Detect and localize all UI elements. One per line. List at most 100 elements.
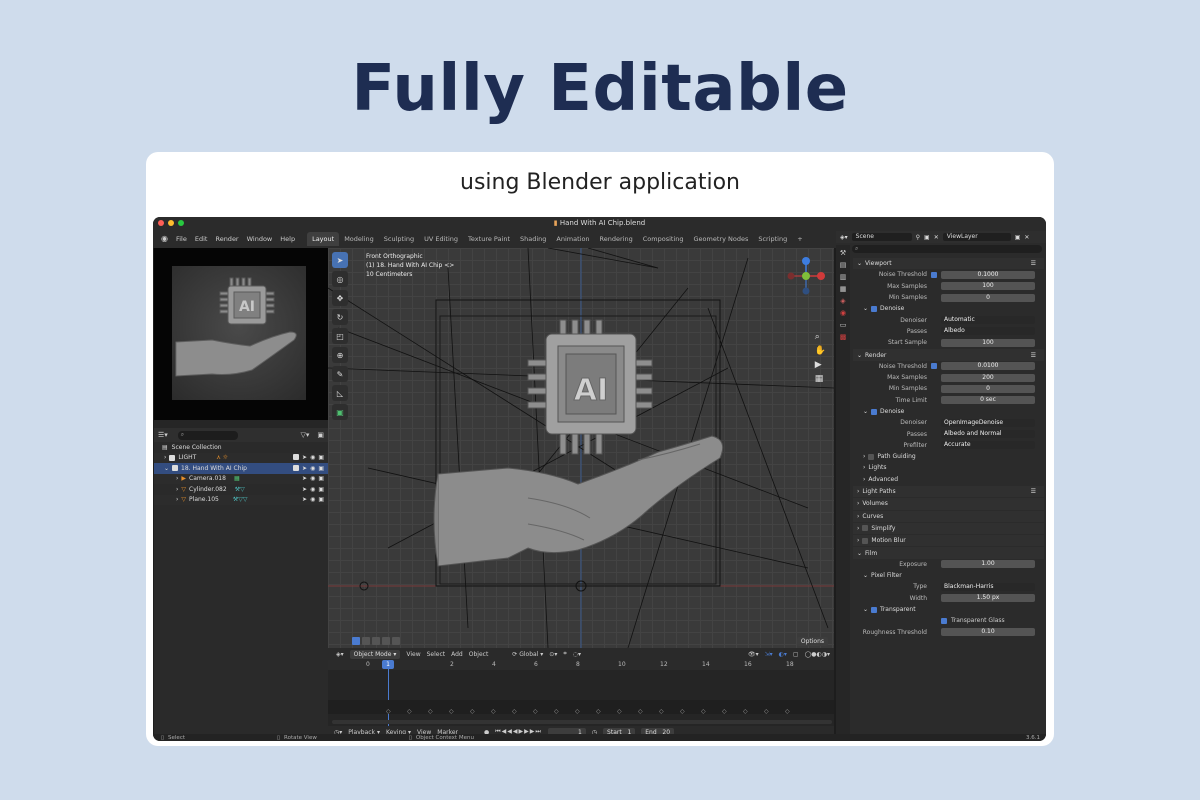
move-tool-icon[interactable]: ✥ — [332, 290, 348, 306]
expand-arrow-icon[interactable]: › — [164, 454, 166, 461]
menu-file[interactable]: File — [172, 235, 191, 243]
properties-search-input[interactable]: ⌕ — [852, 245, 1042, 253]
exposure-field[interactable]: 1.00 — [941, 560, 1035, 569]
tab-rendering[interactable]: Rendering — [595, 232, 638, 246]
3d-viewport[interactable]: AI ➤ ◎ ✥ ↻ ◰ ⊕ ✎ ◺ ▣ Front Orthographic … — [328, 248, 834, 648]
scale-tool-icon[interactable]: ◰ — [332, 328, 348, 344]
copy-scene-icon[interactable]: ▣ — [924, 234, 930, 241]
filter-width-field[interactable]: 1.50 px — [941, 594, 1035, 603]
max-samples-field[interactable]: 200 — [941, 373, 1035, 382]
select-arrow-icon[interactable]: ➤ — [302, 496, 307, 503]
measure-tool-icon[interactable]: ◺ — [332, 385, 348, 401]
timeline-scrollbar[interactable] — [332, 720, 832, 724]
subsection-pixel-filter[interactable]: ⌄ Pixel Filter — [853, 570, 1044, 581]
denoiser-dropdown[interactable]: OpenImageDenoise — [941, 418, 1035, 427]
annotate-tool-icon[interactable]: ✎ — [332, 366, 348, 382]
outliner-search-input[interactable]: ⌕ — [177, 430, 238, 440]
filter-icon[interactable]: ▽▾ — [300, 431, 313, 439]
scene-selector[interactable]: Scene — [851, 233, 912, 241]
view-layer-selector[interactable]: ViewLayer — [942, 233, 1011, 241]
scene-tab-icon[interactable]: ◈ — [839, 297, 848, 306]
transparent-glass-checkbox[interactable] — [941, 617, 947, 624]
blender-logo-icon[interactable]: ◉ — [157, 234, 172, 243]
view-layer-tab-icon[interactable]: ▦ — [839, 285, 848, 294]
section-simplify[interactable]: › Simplify — [853, 522, 1044, 535]
outliner-row[interactable]: › ▽ Cylinder.082 ⚒▽ ➤ ◉ ▣ — [154, 484, 328, 495]
prefilter-dropdown[interactable]: Accurate — [941, 441, 1035, 450]
timeline[interactable]: 0 2 4 6 8 10 12 14 16 18 20 1 ◇◇◇ ◇◇◇ ◇◇… — [328, 660, 834, 726]
subsection-path-guiding[interactable]: › Path Guiding — [853, 451, 1044, 462]
menu-render[interactable]: Render — [211, 235, 242, 243]
add-cube-tool-icon[interactable]: ▣ — [332, 404, 348, 420]
eye-icon[interactable]: ◉ — [310, 486, 315, 493]
cursor-tool-icon[interactable]: ◎ — [332, 271, 348, 287]
xray-icon[interactable]: ▢ — [793, 651, 799, 658]
tab-shading[interactable]: Shading — [515, 232, 551, 246]
new-collection-icon[interactable]: ▣ — [317, 431, 328, 439]
menu-help[interactable]: Help — [276, 235, 299, 243]
denoiser-dropdown[interactable]: Automatic — [941, 316, 1035, 325]
playhead[interactable] — [388, 660, 389, 726]
noise-threshold-field[interactable]: 0.0100 — [941, 362, 1035, 371]
remove-layer-icon[interactable]: ✕ — [1024, 234, 1029, 241]
navigation-gizmo[interactable] — [786, 256, 826, 296]
roughness-threshold-field[interactable]: 0.10 — [941, 628, 1035, 637]
current-frame-badge[interactable]: 1 — [382, 660, 394, 669]
overlay-toggle-icon[interactable]: ◐▾ — [779, 651, 787, 658]
visibility-icon[interactable]: 👁▾ — [748, 651, 759, 658]
add-menu[interactable]: Add — [451, 651, 463, 658]
expand-arrow-icon[interactable]: ⌄ — [164, 465, 169, 472]
transform-tool-icon[interactable]: ⊕ — [332, 347, 348, 363]
options-dropdown[interactable]: Options — [796, 637, 828, 646]
tab-geometry-nodes[interactable]: Geometry Nodes — [689, 232, 754, 246]
camera-icon[interactable]: ▣ — [318, 496, 324, 503]
snap-icon[interactable]: ⌗ — [563, 650, 566, 658]
world-tab-icon[interactable]: ◉ — [839, 309, 848, 318]
section-curves[interactable]: › Curves — [853, 510, 1044, 522]
shading-modes-icon[interactable]: ◯●◐◑▾ — [805, 651, 834, 658]
select-tool-icon[interactable]: ➤ — [332, 252, 348, 268]
menu-edit[interactable]: Edit — [191, 235, 212, 243]
scene-icon[interactable]: ◈▾ — [840, 234, 848, 241]
subsection-advanced[interactable]: › Advanced — [853, 474, 1044, 485]
zoom-icon[interactable]: ⌕ — [815, 332, 826, 342]
object-mode-dropdown[interactable]: Object Mode ▾ — [349, 649, 401, 659]
view-menu[interactable]: View — [406, 651, 420, 658]
section-motion-blur[interactable]: › Motion Blur — [853, 535, 1044, 547]
list-icon[interactable]: ☰ — [1031, 488, 1044, 495]
section-light-paths[interactable]: › Light Paths ☰ — [853, 485, 1044, 498]
select-arrow-icon[interactable]: ➤ — [302, 486, 307, 493]
outliner-row[interactable]: ▤ Scene Collection — [154, 442, 328, 453]
grid-view-icon[interactable]: ▦ — [815, 374, 826, 384]
min-samples-field[interactable]: 0 — [941, 384, 1035, 393]
eye-icon[interactable]: ◉ — [310, 465, 315, 472]
camera-icon[interactable]: ▣ — [318, 454, 324, 461]
editor-type-icon[interactable]: ◈▾ — [336, 651, 344, 658]
exclude-checkbox[interactable] — [172, 465, 179, 472]
passes-dropdown[interactable]: Albedo and Normal — [941, 430, 1035, 439]
object-menu[interactable]: Object — [469, 651, 489, 658]
exclude-checkbox[interactable] — [169, 454, 176, 461]
eye-icon[interactable]: ◉ — [310, 454, 315, 461]
passes-dropdown[interactable]: Albedo — [941, 327, 1035, 336]
orientation-dropdown[interactable]: ⟳ Global ▾ — [512, 651, 543, 658]
camera-icon[interactable]: ▣ — [318, 475, 324, 482]
camera-icon[interactable]: ▣ — [318, 486, 324, 493]
noise-checkbox[interactable] — [931, 271, 937, 278]
min-samples-field[interactable]: 0 — [941, 293, 1035, 302]
section-render[interactable]: ⌄ Render ☰ — [853, 349, 1044, 361]
tab-scripting[interactable]: Scripting — [753, 232, 792, 246]
select-arrow-icon[interactable]: ➤ — [302, 465, 307, 472]
hand-pan-icon[interactable]: ✋ — [815, 346, 826, 356]
filter-type-dropdown[interactable]: Blackman-Harris — [941, 582, 1035, 591]
camera-icon[interactable]: ▣ — [318, 465, 324, 472]
camera-view-icon[interactable]: ▶ — [815, 360, 826, 370]
max-samples-field[interactable]: 100 — [941, 282, 1035, 291]
tab-uv-editing[interactable]: UV Editing — [419, 232, 463, 246]
outliner-row[interactable]: › LIGHT ⋏ ☼ ➤ ◉ ▣ — [154, 452, 328, 463]
menu-window[interactable]: Window — [243, 235, 277, 243]
select-mode-icons[interactable] — [352, 637, 400, 645]
subsection-transparent[interactable]: ⌄ Transparent — [853, 604, 1044, 615]
checkbox[interactable] — [293, 454, 300, 461]
noise-threshold-field[interactable]: 0.1000 — [941, 270, 1035, 279]
